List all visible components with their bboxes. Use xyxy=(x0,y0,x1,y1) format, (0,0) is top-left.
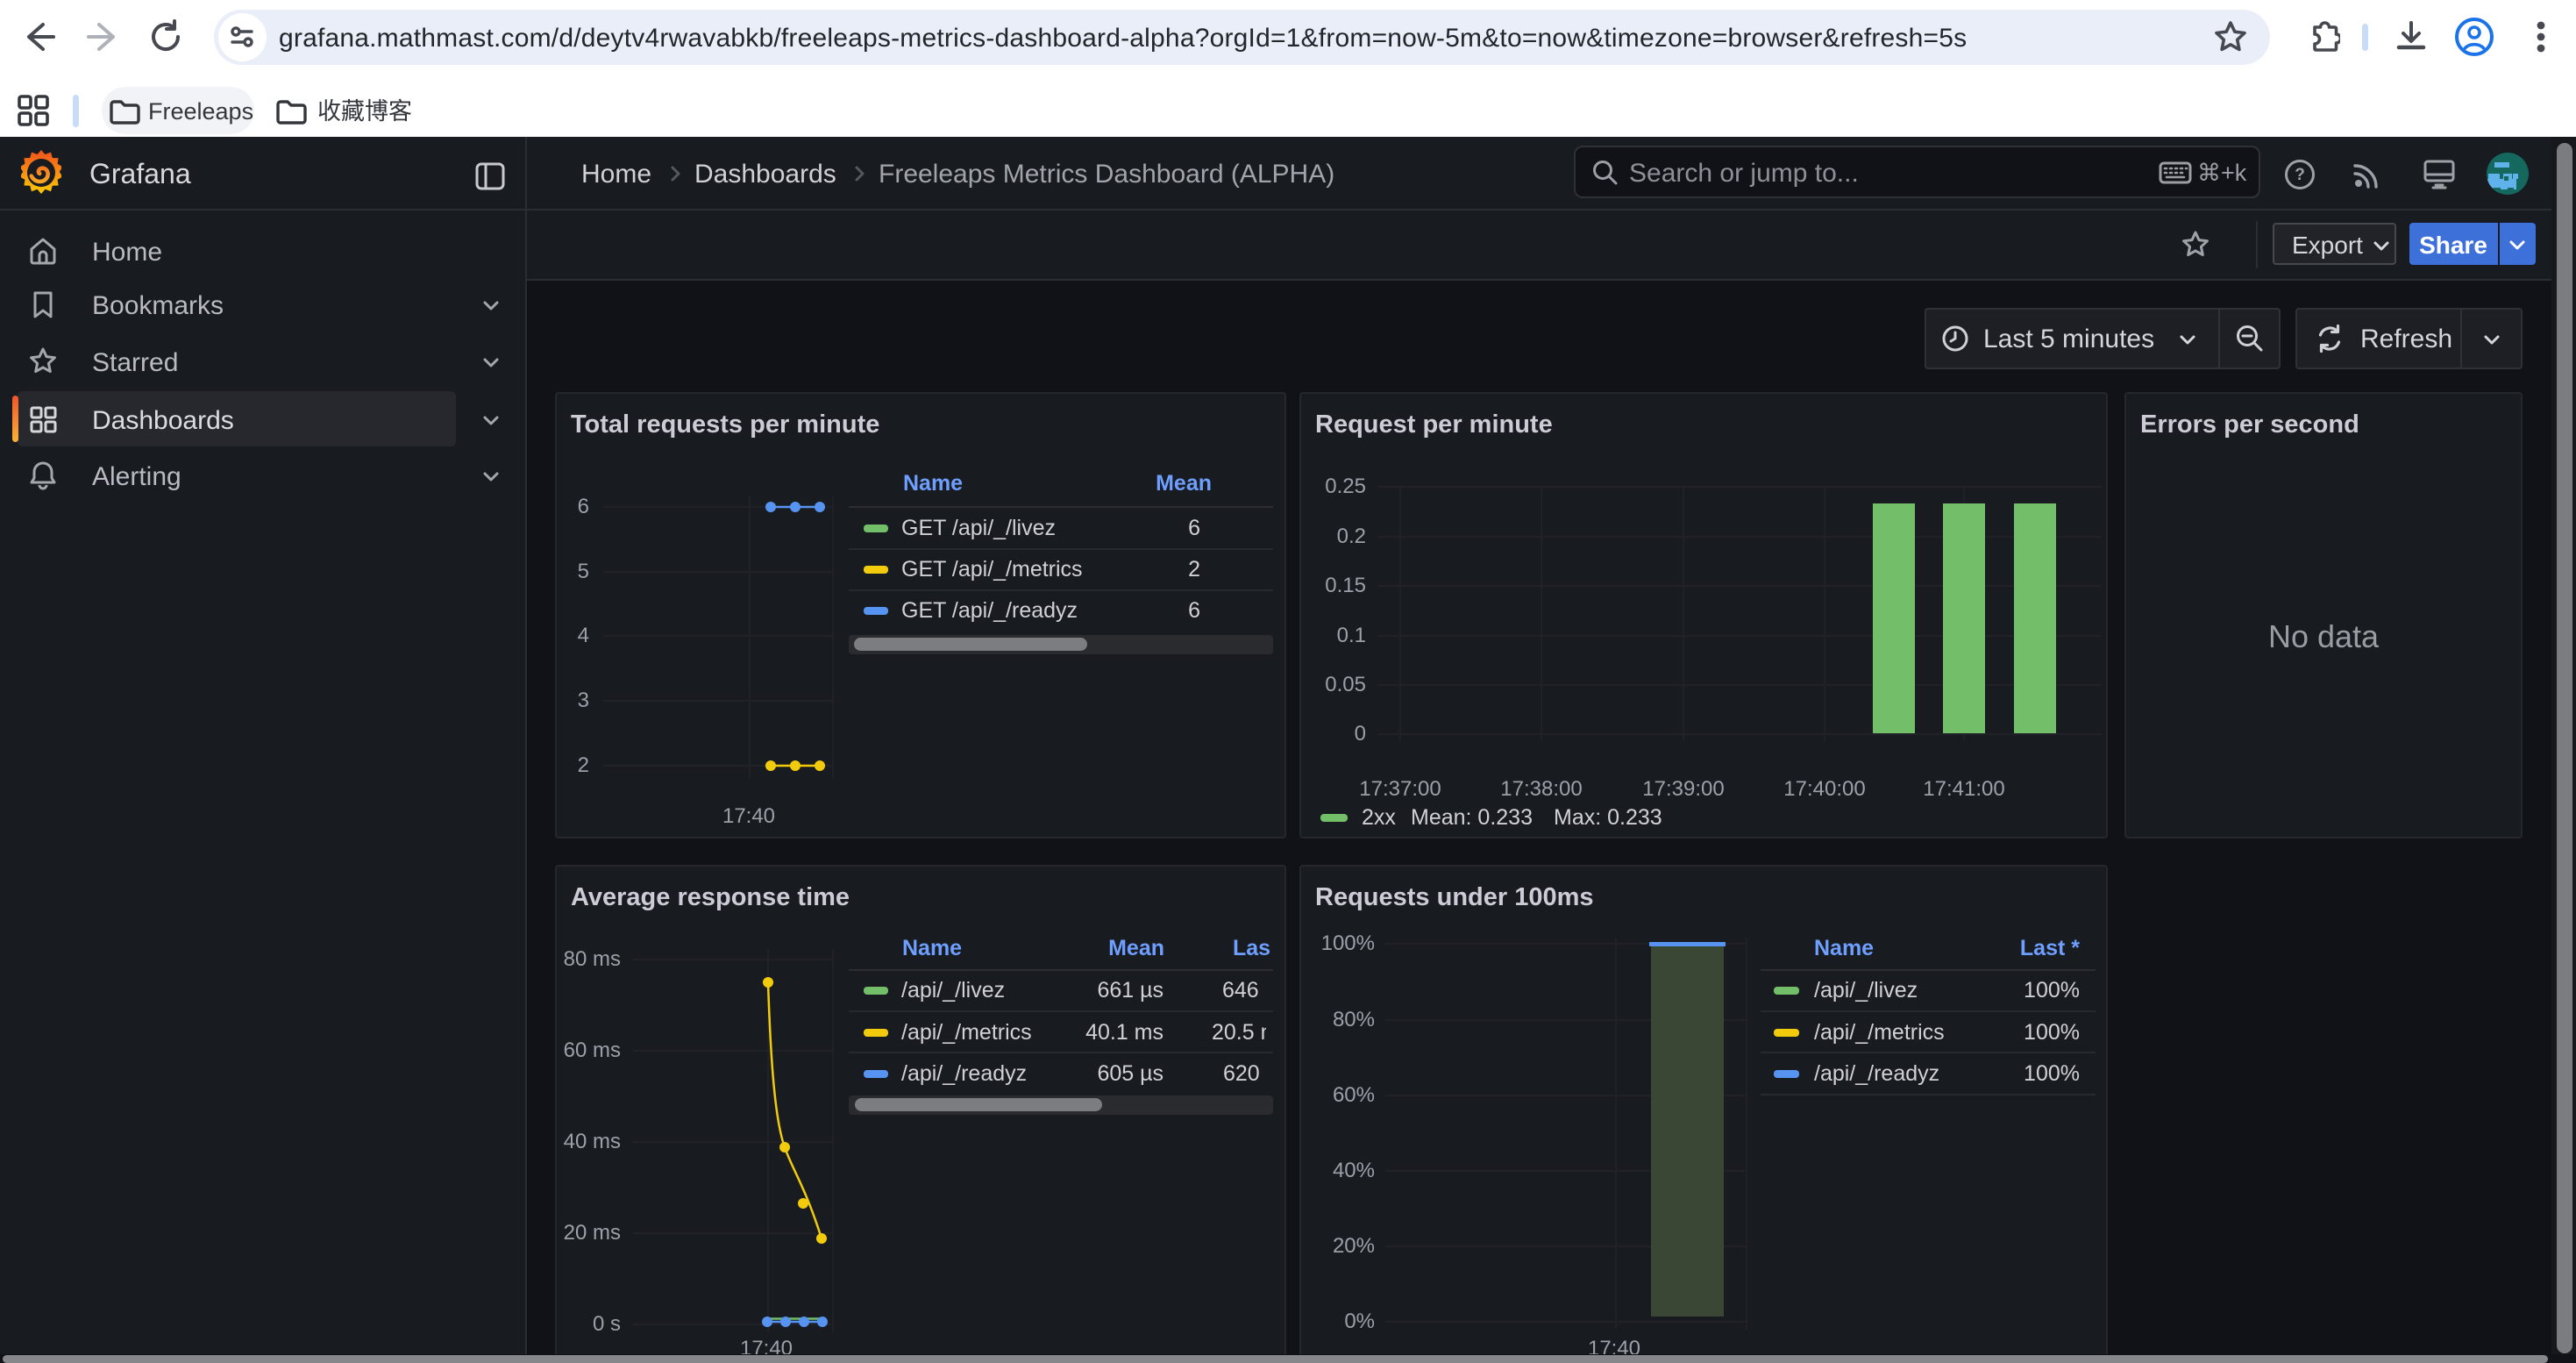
svg-text:?: ? xyxy=(2295,166,2305,184)
